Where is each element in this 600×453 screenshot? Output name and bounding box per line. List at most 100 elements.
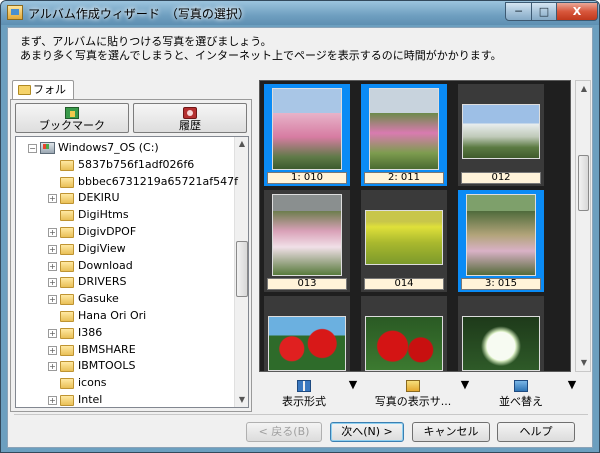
photo-thumbnail[interactable] <box>458 296 544 371</box>
window-title: アルバム作成ウィザード （写真の選択） <box>28 7 250 21</box>
folder-icon <box>60 344 74 356</box>
photo-caption: 1: 010 <box>267 172 347 184</box>
photo-thumbnail[interactable]: 1: 010 <box>264 84 350 186</box>
expand-icon[interactable]: + <box>48 396 57 405</box>
show-photo-label: 写真の表示サ... <box>374 395 452 408</box>
tree-folder-item[interactable]: DigiHtms <box>16 207 236 223</box>
close-button[interactable]: X <box>556 2 598 21</box>
expand-icon[interactable]: + <box>48 261 57 271</box>
scroll-up-arrow[interactable]: ▲ <box>237 138 247 150</box>
photo-thumbnail-grid[interactable]: 1: 010 2: 011 012 013 014 3: 015 <box>259 80 571 372</box>
tree-folder-item[interactable]: bbbec6731219a65721af547f <box>16 174 238 190</box>
wizard-window: アルバム作成ウィザード （写真の選択） ─ □ X まず、アルバムに貼りつける写… <box>0 0 600 453</box>
photo-caption: 2: 011 <box>364 172 444 184</box>
sort-dropdown-icon[interactable]: ▼ <box>567 378 577 410</box>
title-bar[interactable]: アルバム作成ウィザード （写真の選択） ─ □ X <box>1 1 599 25</box>
tree-item-label: Intel <box>78 393 103 406</box>
photo-thumbnail[interactable]: 3: 015 <box>458 190 544 292</box>
photo-thumbnail[interactable]: 014 <box>361 190 447 292</box>
album-app-icon <box>7 5 23 20</box>
tree-folder-item[interactable]: + DigivDPOF <box>16 224 236 240</box>
tree-item-label: DigiHtms <box>78 208 129 222</box>
expand-icon[interactable]: + <box>48 228 57 237</box>
photo-toolbar: 表示形式 ▼ 写真の表示サ... ▼ 並べ替え ▼ <box>259 378 590 410</box>
folder-icon <box>60 193 74 205</box>
expand-icon[interactable]: + <box>48 345 57 355</box>
tree-folder-item[interactable]: + Gasuke <box>16 291 236 307</box>
photo-size-icon <box>406 380 420 392</box>
folder-icon <box>60 294 74 306</box>
photo-image <box>272 194 342 276</box>
photo-scroll-thumb[interactable] <box>578 155 589 211</box>
folder-icon <box>60 361 74 373</box>
photo-thumbnail[interactable] <box>264 296 350 371</box>
help-button[interactable]: ヘルプ <box>497 422 575 442</box>
display-format-button[interactable]: 表示形式 <box>273 378 335 410</box>
display-format-dropdown-icon[interactable]: ▼ <box>348 378 358 410</box>
photo-thumbnail[interactable]: 2: 011 <box>361 84 447 186</box>
show-photo-button[interactable]: 写真の表示サ... <box>369 378 457 410</box>
expand-icon[interactable]: + <box>48 278 57 288</box>
minimize-button[interactable]: ─ <box>505 2 532 21</box>
photo-thumbnail[interactable] <box>361 296 447 371</box>
display-format-icon <box>297 380 311 392</box>
tree-item-label: DRIVERS <box>78 275 127 289</box>
photo-image <box>466 194 536 276</box>
tree-folder-item[interactable]: + Download <box>16 258 236 274</box>
tree-folder-item[interactable]: + DigiView <box>16 241 236 257</box>
photo-scroll-up-arrow[interactable]: ▲ <box>579 83 589 95</box>
expand-icon[interactable]: + <box>48 244 57 254</box>
photo-image <box>462 316 540 371</box>
tree-folder-item[interactable]: 5837b756f1adf026f6 <box>16 157 236 173</box>
folder-icon <box>60 243 74 255</box>
tree-folder-item[interactable]: Hana Ori Ori <box>16 308 236 324</box>
expand-icon[interactable]: + <box>48 295 57 305</box>
tab-folder[interactable]: フォルダ <box>12 80 74 114</box>
drive-icon <box>40 142 55 154</box>
history-button[interactable]: 履歴 <box>133 103 247 133</box>
folder-icon <box>60 277 74 289</box>
folder-icon <box>60 395 74 406</box>
cancel-button[interactable]: キャンセル <box>412 422 490 442</box>
tree-folder-item[interactable]: + DRIVERS <box>16 274 236 290</box>
expand-icon[interactable]: + <box>48 194 57 204</box>
tree-folder-item[interactable]: + I386 <box>16 325 236 341</box>
show-photo-dropdown-icon[interactable]: ▼ <box>460 378 470 410</box>
tree-folder-item[interactable]: + IBMTOOLS <box>16 358 236 374</box>
instruction-line-1: まず、アルバムに貼りつける写真を選びましょう。 <box>20 35 272 48</box>
wizard-client: まず、アルバムに貼りつける写真を選びましょう。 あまり多く写真を選んでしまうと、… <box>7 27 593 448</box>
scroll-down-arrow[interactable]: ▼ <box>237 394 247 406</box>
bookmark-icon <box>65 107 79 119</box>
photo-image <box>268 316 346 371</box>
expand-icon[interactable]: + <box>48 362 57 372</box>
photo-thumbnail[interactable]: 013 <box>264 190 350 292</box>
tree-item-label: I386 <box>78 325 103 339</box>
tree-drive-item[interactable]: − Windows7_OS (C:) <box>16 140 236 156</box>
folder-tree[interactable]: ▲ ▼ − Windows7_OS (C:) 5837b756f1adf026f6 b… <box>15 136 249 408</box>
history-icon <box>183 107 197 119</box>
tree-folder-item[interactable]: icons <box>16 375 236 391</box>
bookmark-label: ブックマーク <box>39 119 105 132</box>
expand-icon[interactable]: + <box>48 328 57 338</box>
folder-icon <box>60 227 74 238</box>
tree-folder-item[interactable]: + Intel <box>16 392 236 407</box>
folder-icon <box>60 378 74 390</box>
maximize-button[interactable]: □ <box>531 2 557 21</box>
back-button[interactable]: < 戻る(B) <box>246 422 322 442</box>
history-label: 履歴 <box>179 119 201 132</box>
collapse-icon[interactable]: − <box>28 144 37 153</box>
bookmark-button[interactable]: ブックマーク <box>15 103 129 133</box>
next-button[interactable]: 次へ(N) > <box>330 422 404 442</box>
folder-icon <box>18 85 31 95</box>
photo-grid-scrollbar[interactable]: ▲ ▼ <box>575 80 591 372</box>
sort-button[interactable]: 並べ替え <box>491 378 551 410</box>
photo-thumbnail[interactable]: 012 <box>458 84 544 186</box>
instruction-text: まず、アルバムに貼りつける写真を選びましょう。 あまり多く写真を選んでしまうと、… <box>20 35 502 63</box>
tree-item-label: Gasuke <box>78 292 119 306</box>
tree-folder-item[interactable]: + IBMSHARE <box>16 342 236 358</box>
button-separator <box>14 414 588 415</box>
photo-scroll-down-arrow[interactable]: ▼ <box>579 357 589 369</box>
scroll-thumb[interactable] <box>236 241 248 297</box>
tree-folder-item[interactable]: + DEKIRU <box>16 190 236 206</box>
photo-caption: 013 <box>267 278 347 290</box>
